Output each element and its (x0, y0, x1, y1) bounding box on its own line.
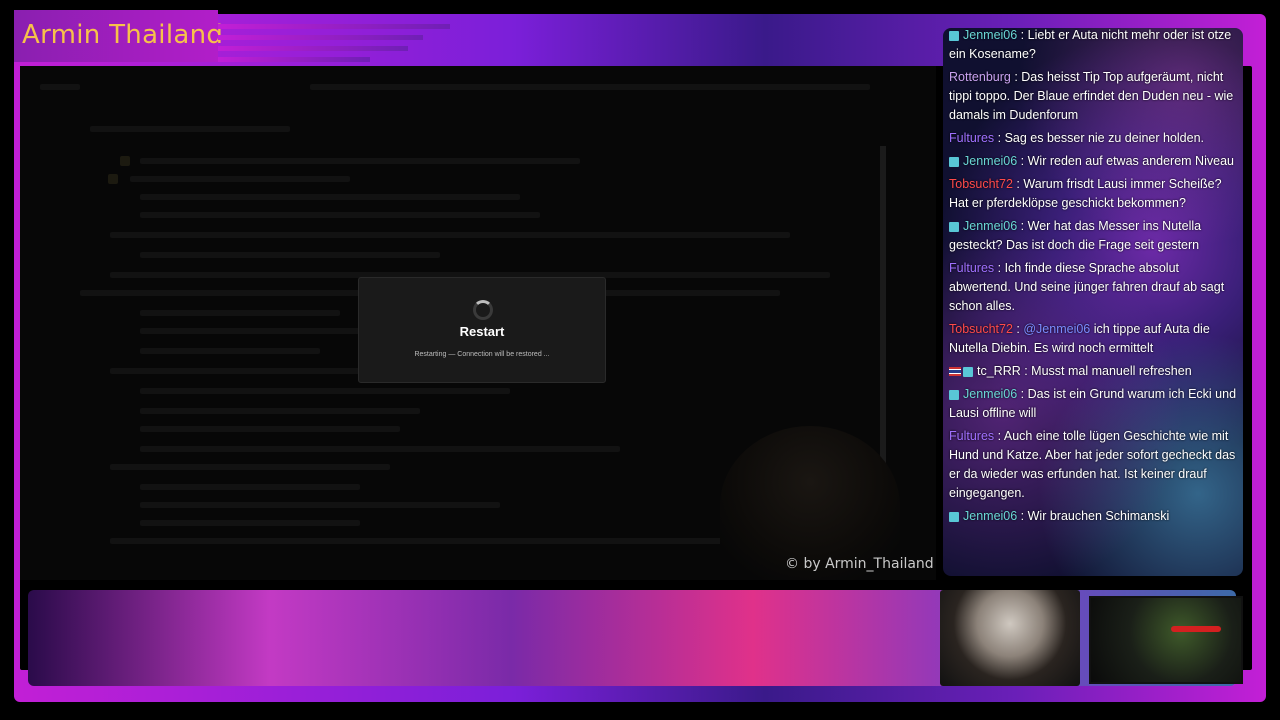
red-light (1171, 626, 1221, 632)
chat-username[interactable]: Jenmei06 (963, 154, 1017, 168)
faint-ui-row (310, 84, 870, 90)
chat-message: Jenmei06 : Wir reden auf etwas anderem N… (949, 152, 1239, 171)
decor-stripe (218, 46, 408, 51)
subscriber-badge-icon (949, 221, 959, 232)
chat-message: Fultures : Sag es besser nie zu deiner h… (949, 129, 1239, 148)
faint-ui-row (140, 446, 620, 452)
faint-ui-row (140, 426, 400, 432)
chat-text: : Wir reden auf etwas anderem Niveau (1017, 154, 1234, 168)
faint-ui-row (90, 126, 290, 132)
chat-text: : Musst mal manuell refreshen (1020, 364, 1192, 378)
chat-overlay: Jenmei06 : Liebt er Auta nicht mehr oder… (943, 28, 1243, 576)
decor-stripe (218, 24, 450, 29)
faint-ui-row (140, 194, 520, 200)
faint-ui-row (140, 328, 390, 334)
faint-ui-row (140, 252, 440, 258)
decor-stripe (218, 35, 423, 40)
faint-ui-row (40, 84, 80, 90)
faint-ui-row (130, 176, 350, 182)
chat-message: Jenmei06 : Das ist ein Grund warum ich E… (949, 385, 1239, 423)
channel-title: Armin Thailand (22, 20, 224, 50)
chat-username[interactable]: Jenmei06 (963, 219, 1017, 233)
faint-ui-row (140, 408, 420, 414)
streamer-webcam (940, 590, 1080, 686)
chat-username[interactable]: Jenmei06 (963, 387, 1017, 401)
chat-text: : Wir brauchen Schimanski (1017, 509, 1170, 523)
faint-ui-row (110, 464, 390, 470)
chat-message: Jenmei06 : Wer hat das Messer ins Nutell… (949, 217, 1239, 255)
chat-username[interactable]: Jenmei06 (963, 509, 1017, 523)
spinner-icon (473, 300, 493, 320)
faint-ui-row (140, 520, 360, 526)
chat-text: : Sag es besser nie zu deiner holden. (994, 131, 1205, 145)
faint-ui-row (140, 212, 540, 218)
room-camera (1089, 596, 1243, 684)
chat-username[interactable]: Jenmei06 (963, 28, 1017, 42)
faint-ui-row (140, 484, 360, 490)
chat-message: Tobsucht72 : @Jenmei06 ich tippe auf Aut… (949, 322, 1210, 355)
chat-username[interactable]: tc_RRR (977, 364, 1021, 378)
faint-ui-row (140, 388, 510, 394)
chat-username[interactable]: Tobsucht72 (949, 177, 1013, 191)
faint-avatar (108, 174, 118, 184)
faint-avatar (120, 156, 130, 166)
faint-ui-row (140, 502, 500, 508)
faint-ui-row (140, 158, 580, 164)
chat-message: Rottenburg : Das heisst Tip Top aufgeräu… (949, 68, 1239, 125)
subscriber-badge-icon (963, 366, 973, 377)
chat-message: Tobsucht72 : Warum frisdt Lausi immer Sc… (949, 175, 1239, 213)
chat-message: tc_RRR : Musst mal manuell refreshen (949, 362, 1239, 381)
copyright-watermark: © by Armin_Thailand (785, 556, 934, 572)
thailand-flag-icon (949, 367, 961, 377)
dialog-message: Restarting — Connection will be restored… (414, 351, 550, 358)
faint-ui-row (110, 232, 790, 238)
faint-ui-row (140, 310, 340, 316)
subscriber-badge-icon (949, 156, 959, 167)
chat-username[interactable]: Fultures (949, 131, 994, 145)
chat-username[interactable]: Tobsucht72 (949, 322, 1013, 336)
faint-ui-row (110, 538, 810, 544)
subscriber-badge-icon (949, 511, 959, 522)
decor-stripe (218, 57, 370, 62)
restart-dialog: Restart Restarting — Connection will be … (358, 277, 606, 383)
subscriber-badge-icon (949, 30, 959, 41)
chat-username[interactable]: Fultures (949, 261, 994, 275)
chat-message: Fultures : Ich finde diese Sprache absol… (949, 259, 1239, 316)
chat-message: Fultures : Auch eine tolle lügen Geschic… (949, 427, 1239, 503)
chat-message: Jenmei06 : Wir brauchen Schimanski (949, 507, 1239, 526)
faint-ui-row (110, 368, 370, 374)
dialog-title: Restart (459, 324, 505, 339)
chat-username[interactable]: Fultures (949, 429, 994, 443)
chat-username[interactable]: Rottenburg (949, 70, 1011, 84)
chat-message-list: Jenmei06 : Liebt er Auta nicht mehr oder… (949, 28, 1239, 530)
subscriber-badge-icon (949, 389, 959, 400)
chat-message: Jenmei06 : Liebt er Auta nicht mehr oder… (949, 28, 1239, 64)
faint-ui-row (140, 348, 320, 354)
chat-mention[interactable]: @Jenmei06 (1023, 322, 1090, 336)
